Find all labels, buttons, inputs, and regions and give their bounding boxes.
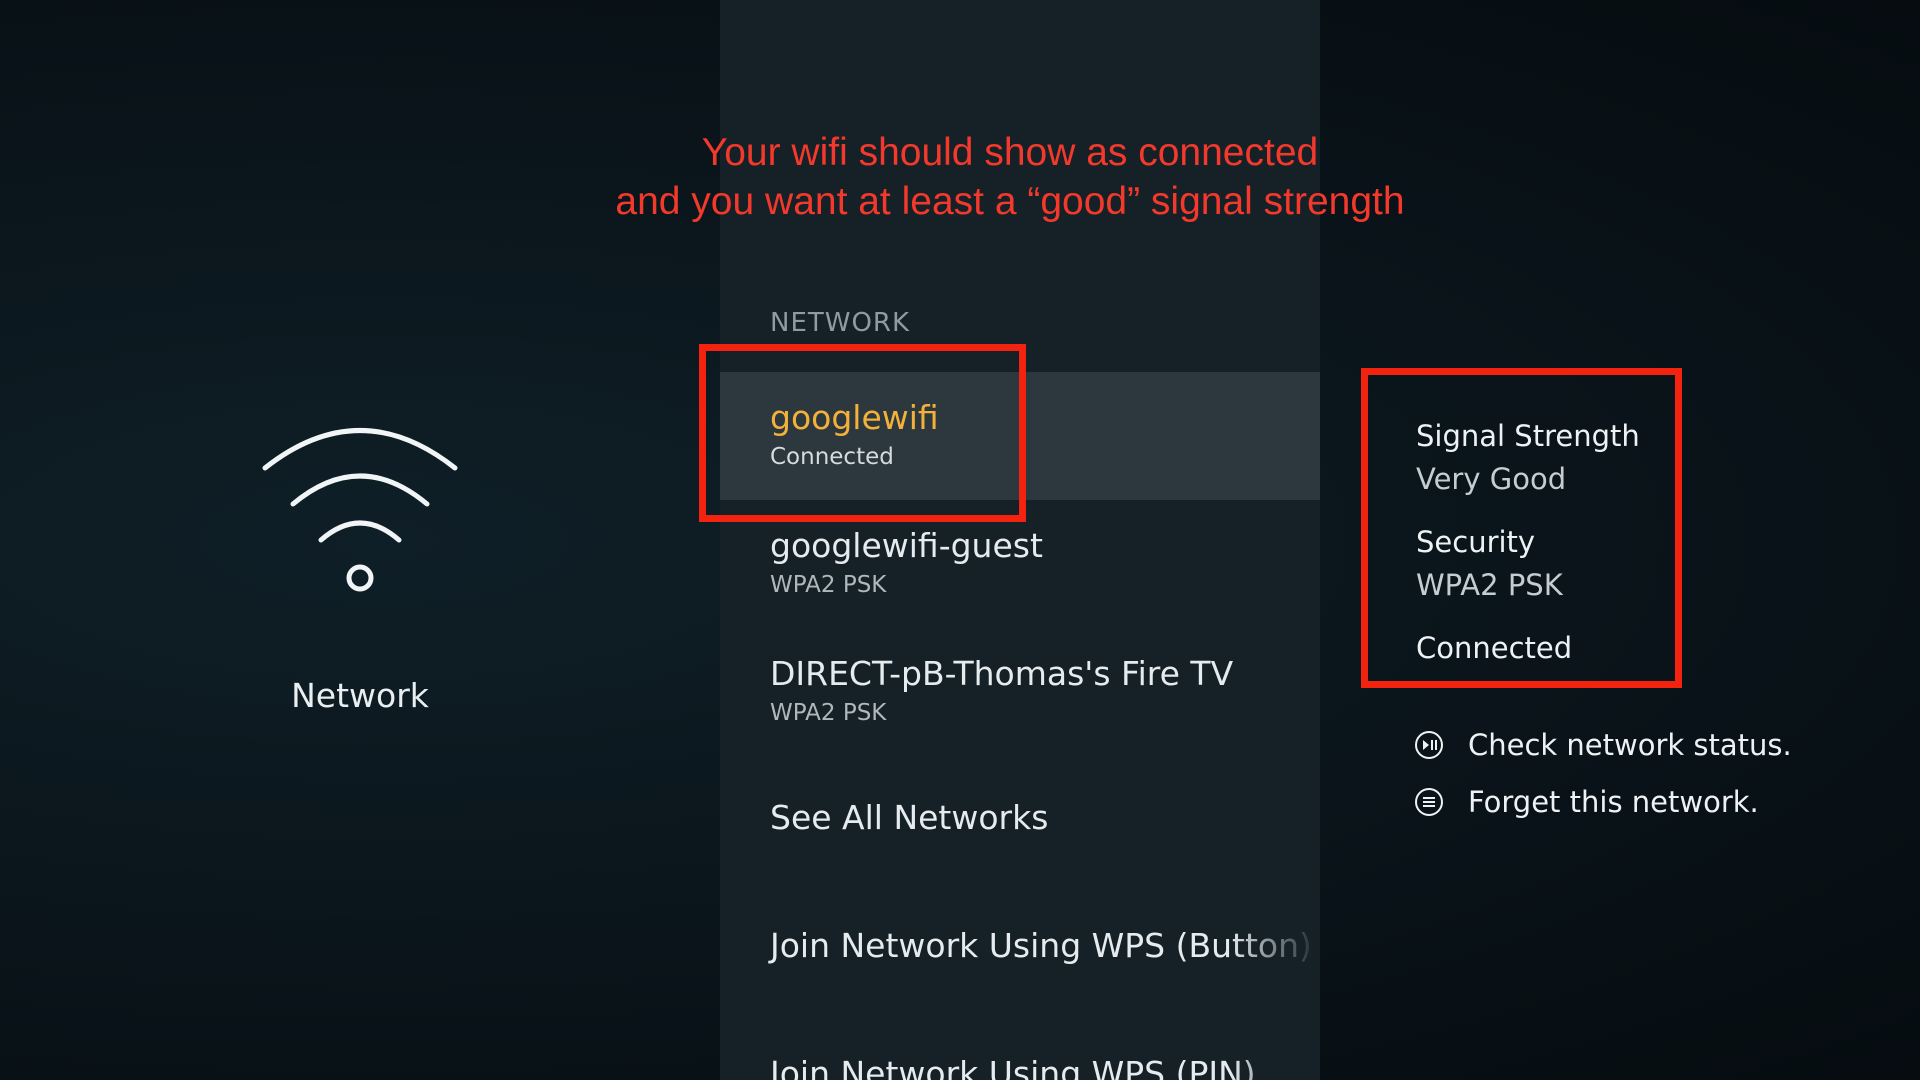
network-item-direct-fire-tv[interactable]: DIRECT-pB-Thomas's Fire TV WPA2 PSK <box>720 628 1320 756</box>
annotation-box-network <box>699 344 1026 522</box>
annotation-box-details <box>1361 368 1682 688</box>
network-security: WPA2 PSK <box>770 700 887 726</box>
network-name: DIRECT-pB-Thomas's Fire TV <box>770 654 1234 693</box>
see-all-networks-item[interactable]: See All Networks <box>720 756 1320 884</box>
network-name: googlewifi-guest <box>770 526 1043 565</box>
menu-item-label: See All Networks <box>770 798 1049 837</box>
network-settings-screen: Network NETWORK googlewifi Connected goo… <box>0 0 1920 1080</box>
text-fade-overlay <box>1230 884 1320 1080</box>
network-security: WPA2 PSK <box>770 572 887 598</box>
play-pause-icon <box>1415 731 1443 759</box>
wifi-icon <box>262 428 458 592</box>
annotation-line-1: Your wifi should show as connected <box>701 131 1319 174</box>
action-label: Forget this network. <box>1468 785 1759 819</box>
menu-item-label: Join Network Using WPS (PIN) <box>770 1054 1256 1080</box>
check-network-status-action[interactable]: Check network status. <box>1414 727 1792 763</box>
forget-network-action[interactable]: Forget this network. <box>1414 784 1759 820</box>
annotation-line-2: and you want at least a “good” signal st… <box>615 180 1405 223</box>
annotation-text: Your wifi should show as connected and y… <box>520 128 1500 226</box>
section-label: NETWORK <box>770 308 911 338</box>
menu-icon <box>1415 788 1443 816</box>
action-label: Check network status. <box>1468 728 1792 762</box>
page-title: Network <box>291 676 429 715</box>
